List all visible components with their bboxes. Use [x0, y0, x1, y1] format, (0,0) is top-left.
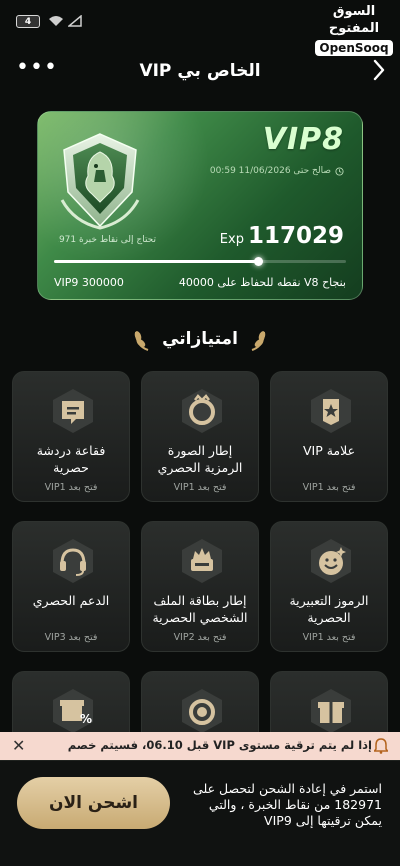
close-banner-button[interactable]: ✕ [12, 736, 25, 755]
vip-badge-icon [308, 387, 354, 435]
next-level-target: VIP9 300000 [54, 276, 124, 289]
battery-level: 4 [24, 16, 32, 27]
privilege-name: الدعم الحصري [32, 593, 110, 608]
privilege-unlock: فتح بعد VIP3 [44, 632, 98, 643]
exp-display: Exp 117029 [220, 223, 344, 249]
exp-requirement-note: تحتاج إلى نقاط خبرة 182971 لرفع 9 [58, 235, 156, 245]
clock-icon [335, 166, 344, 176]
exp-progress-marker [254, 257, 264, 266]
exp-progress-bar [54, 257, 346, 266]
warning-message: إذا لم يتم ترقية مستوى VIP قبل 06.10، فس… [67, 738, 372, 752]
privilege-name: إطار الصورة الرمزية الحصري [157, 443, 243, 475]
privilege-avatar-frame[interactable]: إطار الصورة الرمزية الحصري فتح بعد VIP1 [141, 371, 259, 502]
vip-status-card: VIP8 صالح حتى 11/06/2026 00:59 تحتاج إلى… [37, 111, 363, 300]
profile-card-icon [179, 537, 225, 585]
emoji-icon [308, 537, 354, 585]
vip-rank-badge-icon [56, 130, 144, 230]
privilege-name: الرموز التعبيرية الحصرية [289, 593, 369, 625]
exp-label: Exp [219, 232, 244, 247]
gift-icon [308, 687, 354, 735]
privilege-unlock: فتح بعد VIP2 [173, 632, 227, 643]
privilege-unlock: فتح بعد VIP1 [173, 482, 227, 493]
chevron-right-icon [373, 59, 385, 81]
recharge-now-button[interactable]: اشحن الان [17, 777, 170, 829]
validity: صالح حتى 11/06/2026 00:59 [210, 166, 344, 176]
brand-logo: السوق المفتوح OpenSooq [314, 3, 394, 56]
privilege-vip-badge[interactable]: علامة VIP فتح بعد VIP1 [270, 371, 388, 502]
privilege-unlock: فتح بعد VIP1 [302, 482, 356, 493]
privilege-name: علامة VIP [302, 443, 356, 458]
exp-progress-fill [54, 260, 259, 263]
battery-icon: 4 [16, 15, 40, 28]
bell-icon [373, 738, 389, 758]
privilege-chat-bubble[interactable]: فقاعة دردشة حصرية فتح بعد VIP1 [12, 371, 130, 502]
status-bar: 4 السوق المفتوح OpenSooq [0, 0, 400, 56]
privilege-exclusive-support[interactable]: الدعم الحصري فتح بعد VIP3 [12, 521, 130, 652]
privilege-profile-card[interactable]: إطار بطاقة الملف الشخصي الحصرية فتح بعد … [141, 521, 259, 652]
signal-icon [66, 14, 82, 30]
avatar-frame-icon [179, 387, 225, 435]
wifi-icon [48, 15, 64, 30]
maintain-requirement: 40000 نقطه للحفاظ على V8 بنجاح [178, 276, 346, 289]
recharge-footer: اشحن الان استمر في إعادة الشحن لتحصل على… [0, 760, 400, 866]
privilege-emoji[interactable]: الرموز التعبيرية الحصرية فتح بعد VIP1 [270, 521, 388, 652]
exp-value: 117029 [247, 223, 344, 249]
privilege-name: إطار بطاقة الملف الشخصي الحصرية [152, 593, 248, 625]
chat-bubble-icon [50, 387, 96, 435]
vip-level-label: VIP8 [262, 122, 344, 157]
privilege-unlock: فتح بعد VIP1 [302, 632, 356, 643]
validity-text: صالح حتى 11/06/2026 00:59 [209, 166, 331, 176]
privilege-name: فقاعة دردشة حصرية [36, 443, 106, 475]
privilege-unlock: فتح بعد VIP1 [44, 482, 98, 493]
privileges-heading: امتيازاتي [0, 326, 400, 352]
back-button[interactable] [372, 58, 386, 86]
vip-warning-banner: ✕ إذا لم يتم ترقية مستوى VIP قبل 06.10، … [0, 732, 400, 760]
header: ••• VIP الخاص بي [0, 52, 400, 90]
laurel-right-icon [251, 331, 266, 351]
brand-arabic: السوق المفتوح [328, 4, 380, 36]
laurel-left-icon [134, 331, 149, 351]
privileges-heading-text: امتيازاتي [162, 329, 238, 349]
headset-icon [50, 537, 96, 585]
recharge-message: استمر في إعادة الشحن لتحصل على 182971 من… [193, 781, 382, 828]
discount-icon: % [50, 687, 96, 735]
ring-icon [179, 687, 225, 735]
svg-text:%: % [80, 712, 92, 726]
page-title: VIP الخاص بي [139, 61, 261, 81]
